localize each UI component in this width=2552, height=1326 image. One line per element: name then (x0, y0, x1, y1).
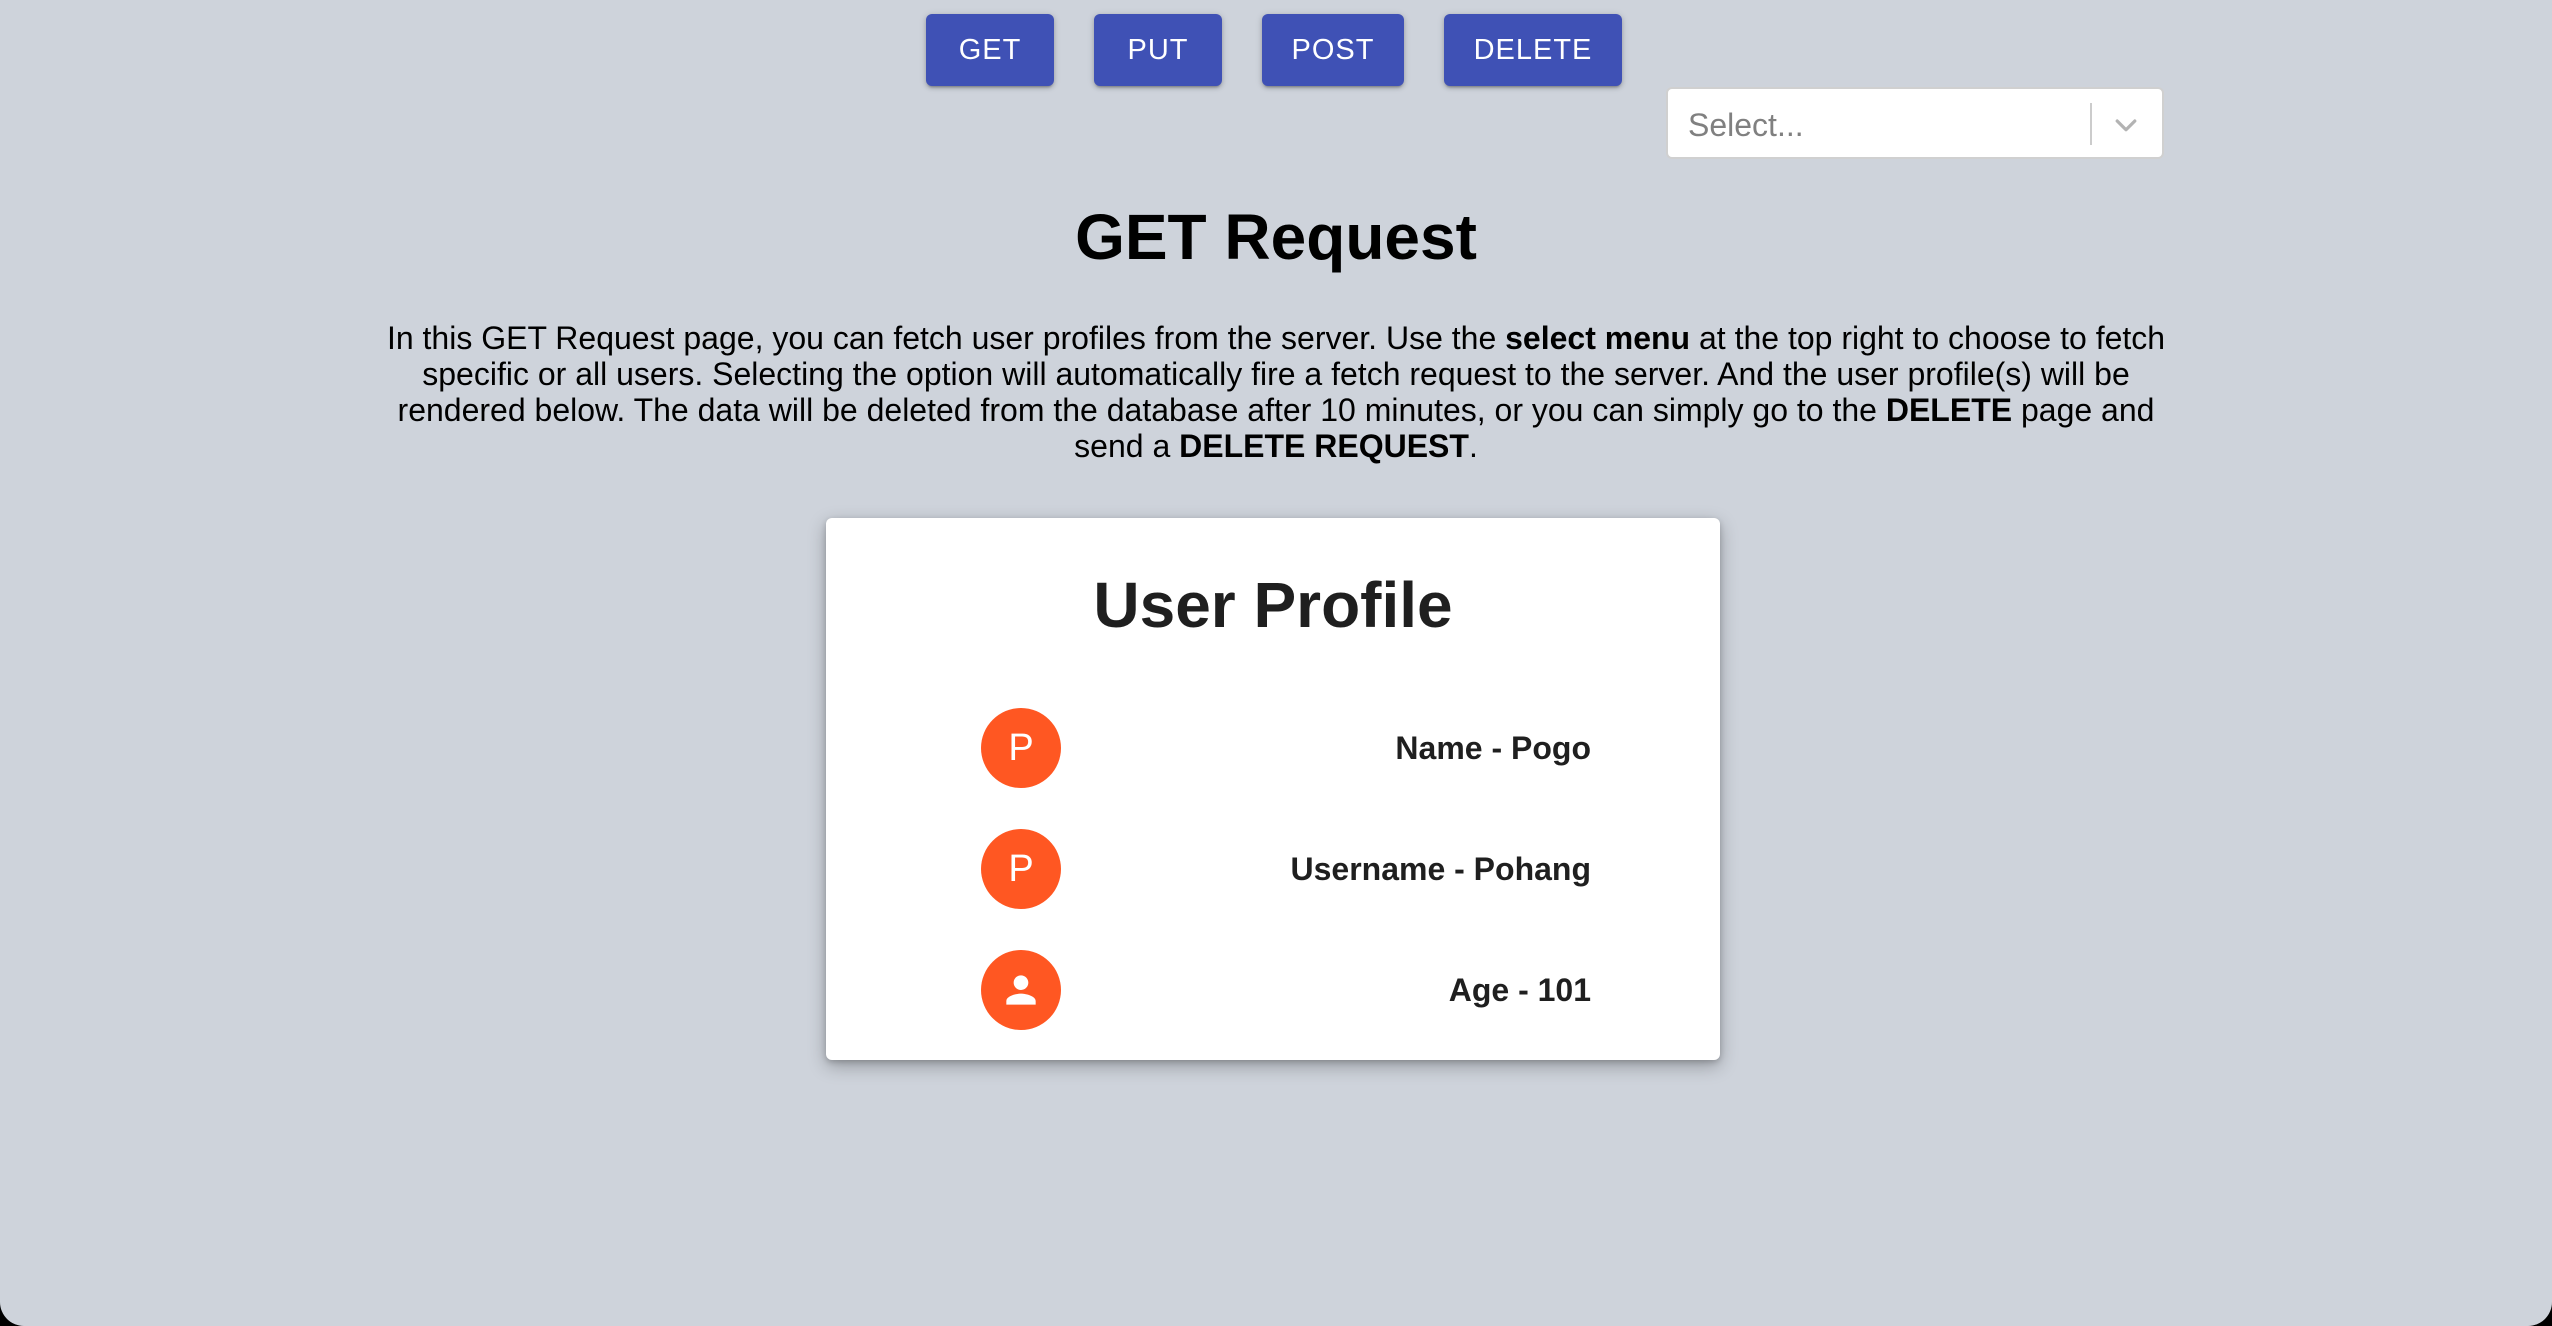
description-bold-delete: DELETE (1885, 392, 2013, 428)
chevron-down-icon[interactable] (2110, 109, 2142, 141)
post-button[interactable]: POST (1262, 14, 1404, 86)
description-bold-delete-request: DELETE REQUEST (1179, 428, 1469, 464)
get-button[interactable]: GET (926, 14, 1054, 86)
profile-row-name: P Name - Pogo (981, 708, 1591, 788)
profile-row-username: P Username - Pohang (981, 829, 1591, 909)
person-icon (1006, 975, 1036, 1005)
profile-username: Username - Pohang (1290, 851, 1591, 887)
avatar: P (981, 829, 1061, 909)
profile-name: Name - Pogo (1395, 730, 1591, 766)
page-title: GET Request (1075, 201, 1477, 273)
user-select[interactable]: Select... (1666, 87, 2164, 159)
select-placeholder: Select... (1688, 107, 1804, 143)
user-profile-card: User Profile P Name - Pogo P Username - … (826, 518, 1720, 1060)
profile-row-age: Age - 101 (981, 950, 1591, 1030)
card-title: User Profile (1093, 569, 1453, 641)
request-nav: GET PUT POST DELETE (0, 14, 2552, 86)
app-window: GET PUT POST DELETE Select... GET Reques… (0, 0, 2552, 1326)
description-text: . (1468, 428, 1478, 464)
profile-age: Age - 101 (1448, 972, 1591, 1008)
select-separator (2090, 103, 2092, 145)
avatar (981, 950, 1061, 1030)
avatar: P (981, 708, 1061, 788)
page-description: In this GET Request page, you can fetch … (376, 320, 2176, 464)
description-bold-select-menu: select menu (1505, 320, 1691, 356)
put-button[interactable]: PUT (1094, 14, 1222, 86)
delete-button[interactable]: DELETE (1444, 14, 1622, 86)
description-text: In this GET Request page, you can fetch … (386, 320, 1506, 356)
